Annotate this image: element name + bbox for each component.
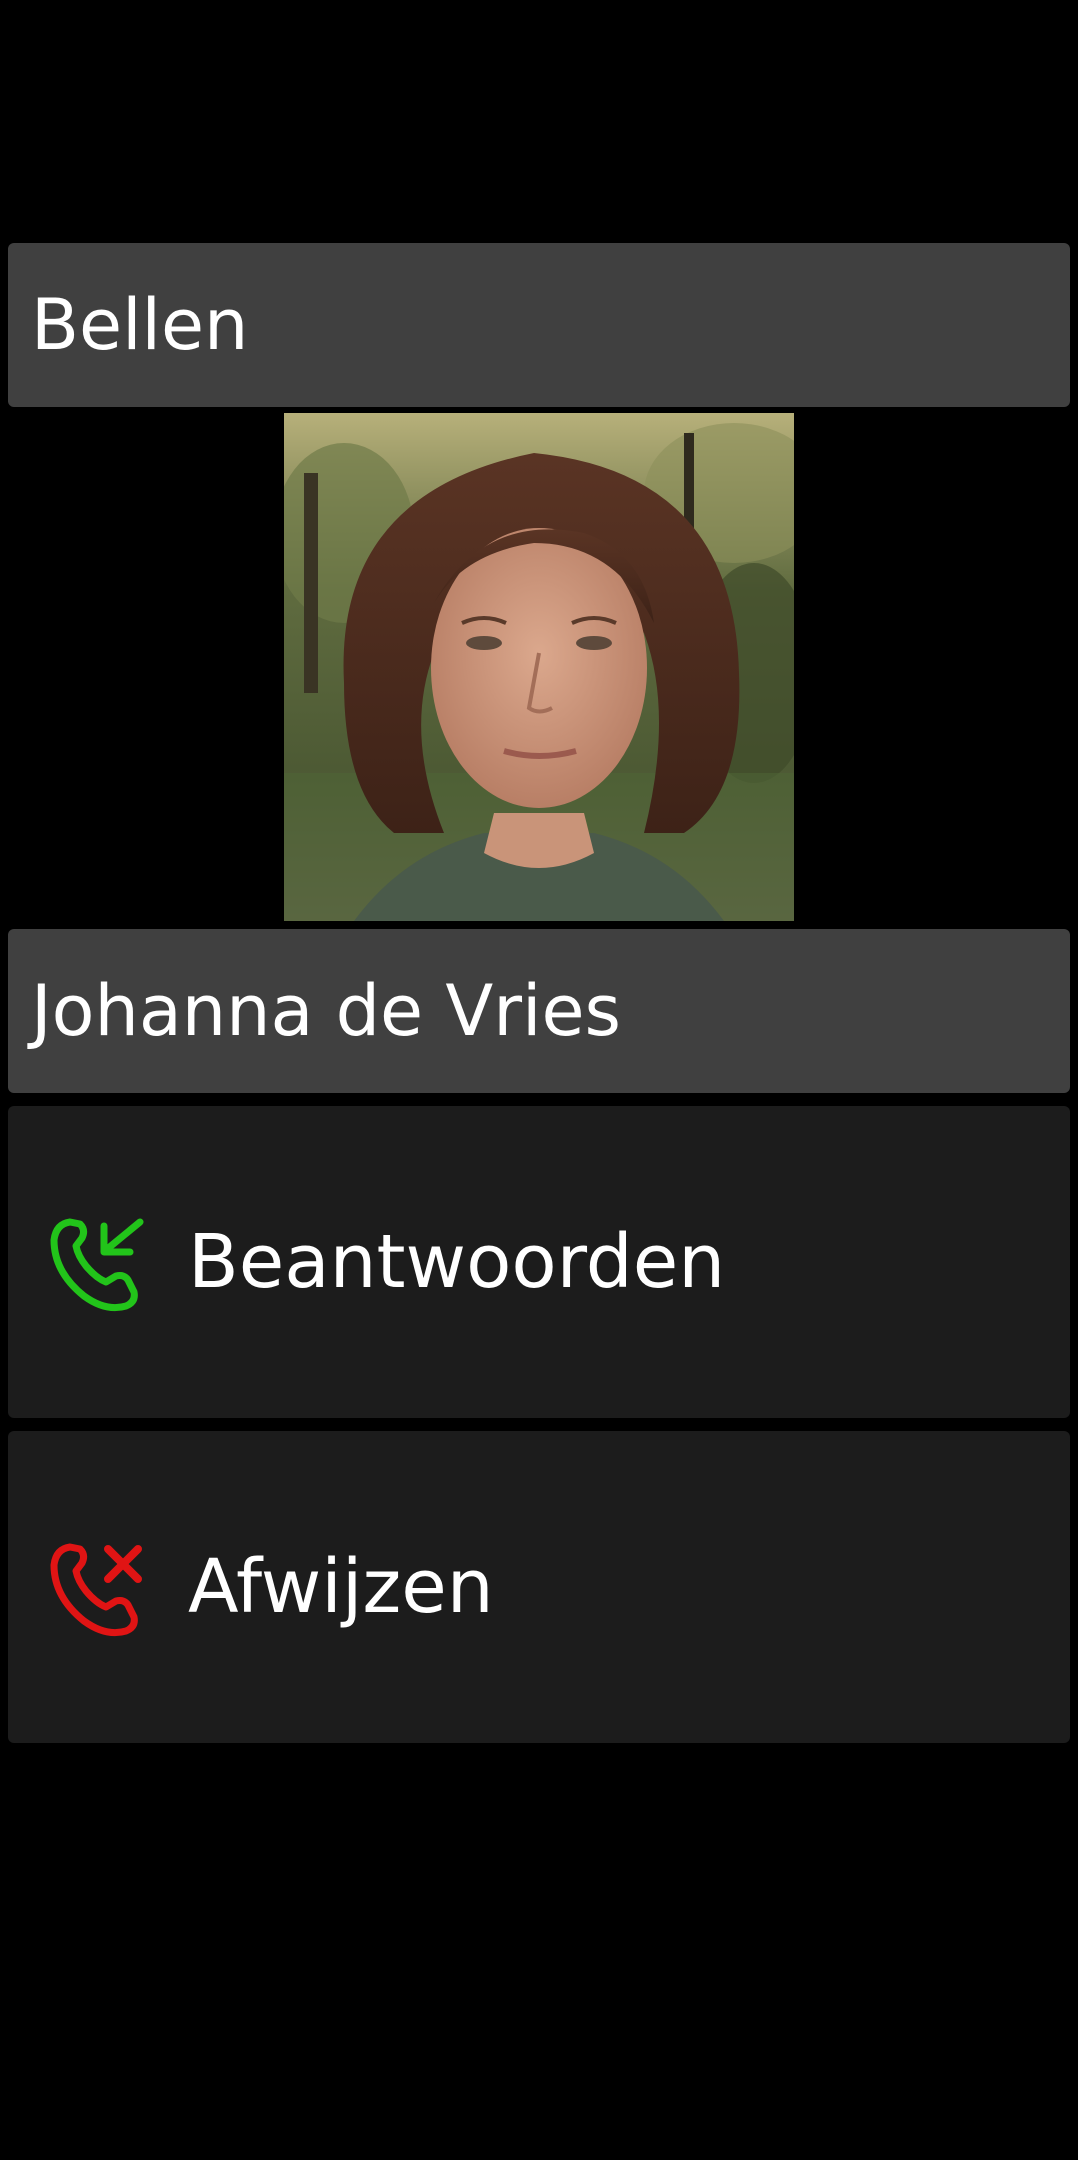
screen-title-bar: Bellen [8,243,1070,407]
caller-photo [284,413,794,921]
answer-call-button[interactable]: Beantwoorden [8,1106,1070,1418]
incoming-call-icon [50,1218,144,1312]
decline-call-icon [50,1543,142,1637]
decline-label: Afwijzen [188,1544,494,1630]
caller-name-bar: Johanna de Vries [8,929,1070,1093]
screen-title: Bellen [31,284,249,366]
caller-name: Johanna de Vries [31,970,622,1052]
decline-call-button[interactable]: Afwijzen [8,1431,1070,1743]
answer-label: Beantwoorden [188,1219,726,1305]
